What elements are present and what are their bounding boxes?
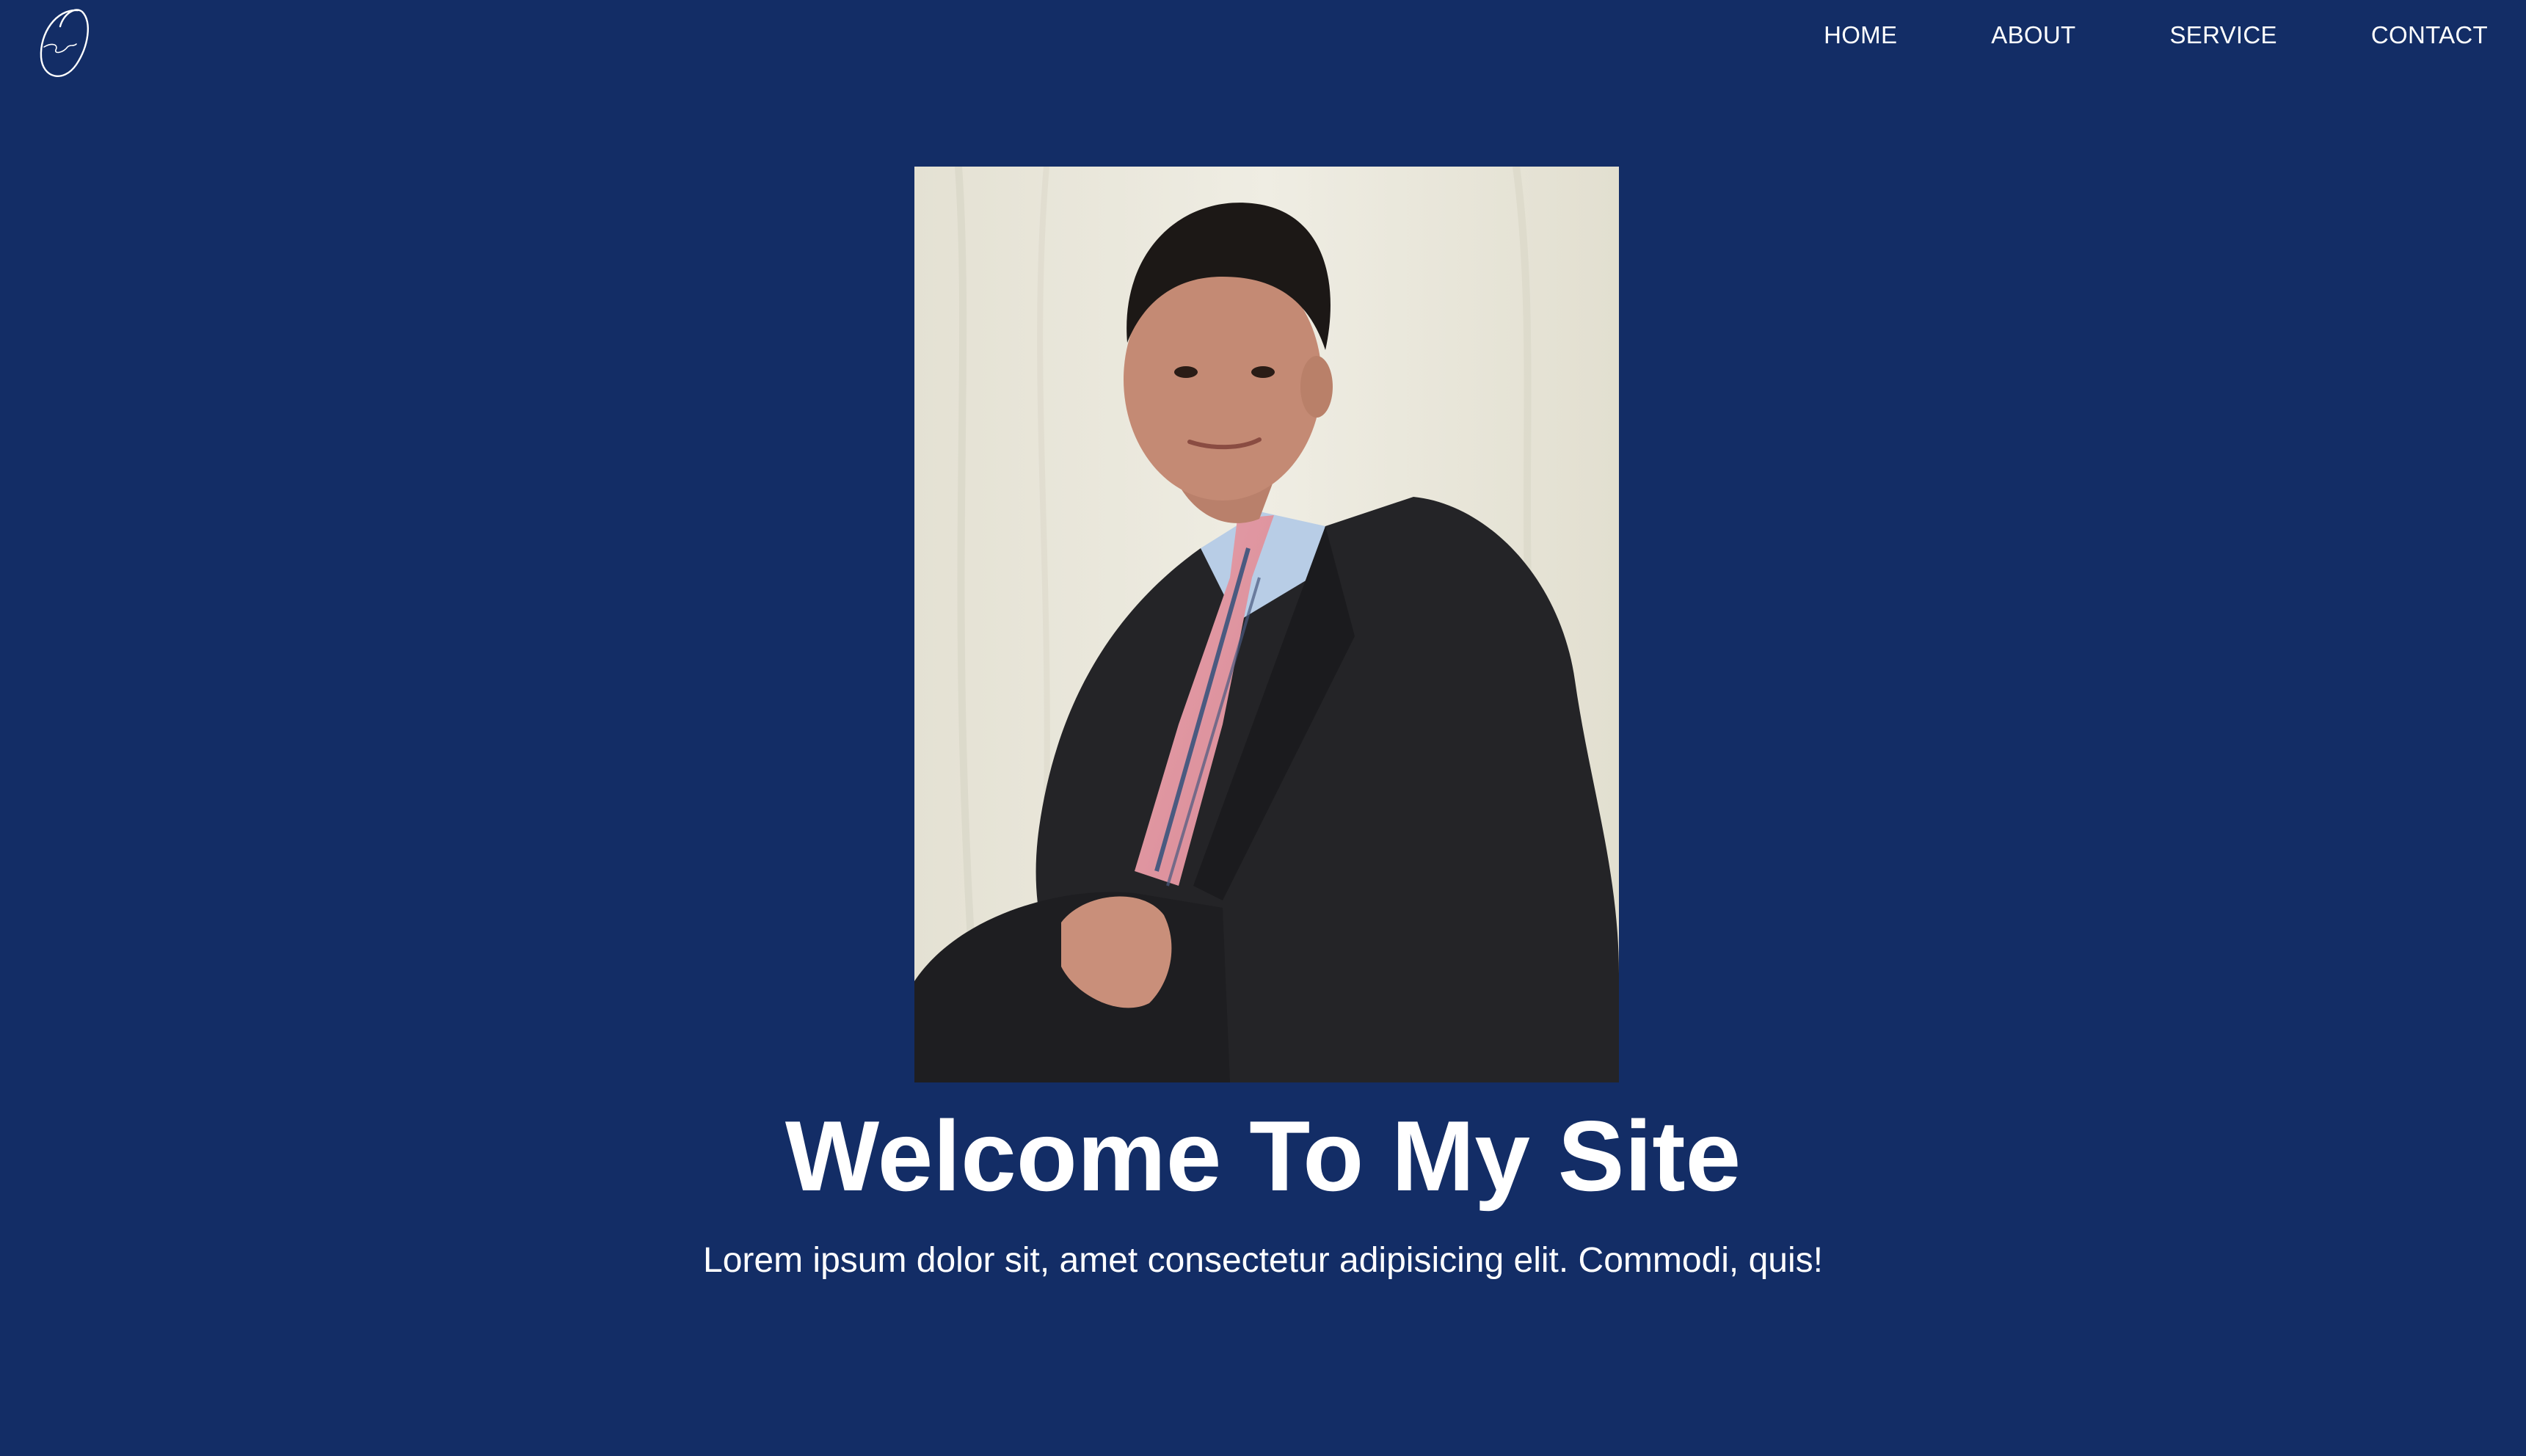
portrait-photo	[914, 167, 1619, 1082]
site-header: HOME ABOUT SERVICE CONTACT	[0, 0, 2526, 88]
nav-home-link[interactable]: HOME	[1824, 21, 1897, 50]
hero-title: Welcome To My Site	[785, 1100, 1741, 1212]
nav-contact-link[interactable]: CONTACT	[2371, 21, 2488, 50]
nav-about-link[interactable]: ABOUT	[1991, 21, 2075, 50]
nav-service-link[interactable]: SERVICE	[2169, 21, 2276, 50]
hero-subtitle: Lorem ipsum dolor sit, amet consectetur …	[703, 1241, 1823, 1280]
signature-logo-icon[interactable]	[34, 4, 97, 87]
main-nav: HOME ABOUT SERVICE CONTACT	[1824, 21, 2488, 50]
